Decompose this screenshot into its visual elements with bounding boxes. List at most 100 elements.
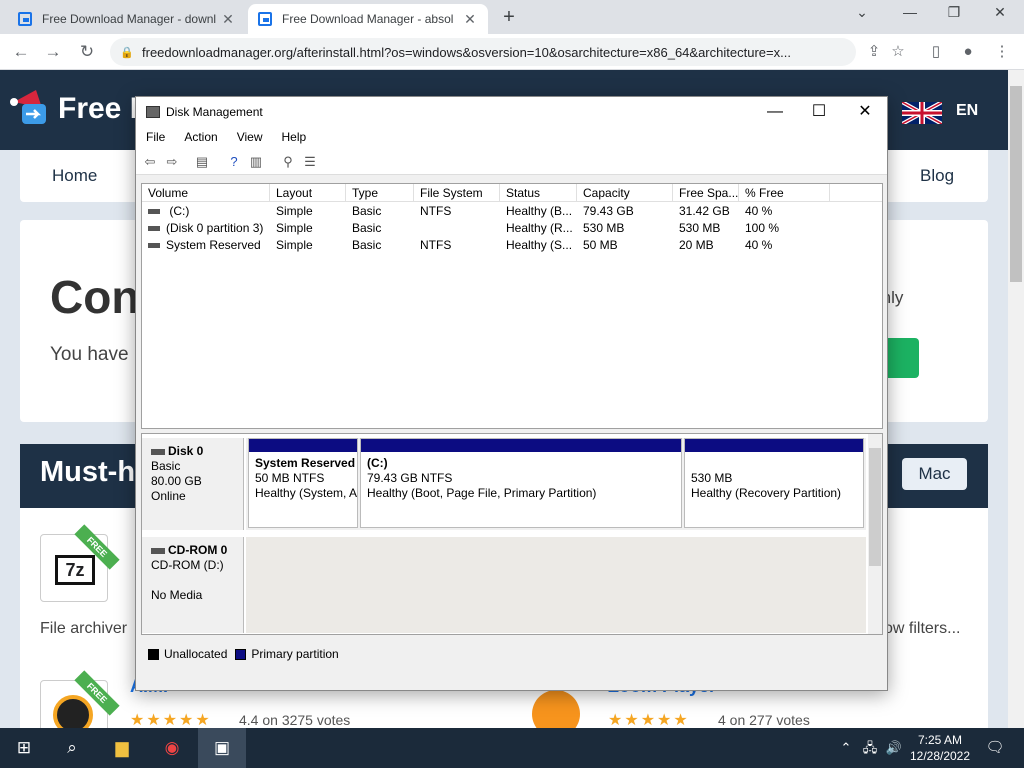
help-icon[interactable]: ? <box>226 154 242 169</box>
legend-primary: Primary partition <box>251 647 339 661</box>
reload-icon[interactable]: ↻ <box>76 41 98 63</box>
menu-file[interactable]: File <box>146 127 173 149</box>
column-percent-free[interactable]: % Free <box>739 184 830 202</box>
column-layout[interactable]: Layout <box>270 184 346 202</box>
volume-capacity: 79.43 GB <box>583 204 634 218</box>
notifications-icon[interactable]: 🗨 <box>980 728 1010 768</box>
profile-avatar-icon[interactable]: ● <box>958 42 978 62</box>
address-bar[interactable]: 🔒 freedownloadmanager.org/afterinstall.h… <box>110 38 856 66</box>
chrome-icon[interactable]: ◉ <box>148 728 196 768</box>
volume-row[interactable]: (C:) Simple Basic NTFS Healthy (B... 79.… <box>142 203 882 220</box>
new-tab-button[interactable]: + <box>498 6 520 28</box>
dm-menubar: File Action View Help <box>136 127 887 149</box>
back-icon[interactable]: ← <box>10 41 32 63</box>
dm-toolbar: ⇦ ⇨ ▤ ? ▥ ⚲ ☰ <box>136 149 887 175</box>
column-type[interactable]: Type <box>346 184 414 202</box>
disk0-size: 80.00 GB <box>151 474 202 488</box>
dm-legend: Unallocated Primary partition <box>141 643 883 665</box>
volume-row[interactable]: (Disk 0 partition 3) Simple Basic Health… <box>142 220 882 237</box>
zoom-player-icon[interactable] <box>520 686 588 728</box>
language-selector[interactable]: EN <box>956 102 978 120</box>
menu-action[interactable]: Action <box>184 127 225 149</box>
disk0-state: Online <box>151 489 186 503</box>
close-tab-icon[interactable]: ✕ <box>462 11 478 28</box>
page-scrollbar-thumb[interactable] <box>1010 86 1022 282</box>
volume-name: (C:) <box>166 204 190 218</box>
legend-unallocated: Unallocated <box>164 647 228 661</box>
mac-filter-button[interactable]: Mac <box>902 458 967 490</box>
partition-system-reserved[interactable]: System Reserved 50 MB NTFS Healthy (System… <box>248 438 358 528</box>
volume-status: Healthy (B... <box>506 204 573 218</box>
partition-recovery[interactable]: 530 MB Healthy (Recovery Partition) <box>684 438 864 528</box>
tab-strip: Free Download Manager - downl ✕ Free Dow… <box>0 0 1024 34</box>
share-icon[interactable]: ⇪ <box>864 42 884 62</box>
search-icon[interactable]: ⌕ <box>48 728 96 768</box>
cdrom-label[interactable]: CD-ROM 0 CD-ROM (D:) No Media <box>142 537 244 633</box>
partition-size: 530 MB <box>691 471 733 485</box>
nav-blog-link[interactable]: Blog <box>920 166 954 186</box>
volume-type: Basic <box>352 204 382 218</box>
network-icon[interactable]: 🖧 <box>858 728 882 768</box>
volume-list-header: Volume Layout Type File System Status Ca… <box>142 184 882 202</box>
show-hidden-icons-icon[interactable]: ⌃ <box>834 728 858 768</box>
forward-icon[interactable]: → <box>42 41 64 63</box>
volume-row[interactable]: System Reserved Simple Basic NTFS Health… <box>142 237 882 254</box>
partition-c[interactable]: (C:) 79.43 GB NTFS Healthy (Boot, Page Fil… <box>360 438 682 528</box>
forward-arrow-icon[interactable]: ⇨ <box>164 154 180 169</box>
column-volume[interactable]: Volume <box>142 184 270 202</box>
tab-search-icon[interactable]: ⌄ <box>840 4 884 26</box>
disk-management-icon <box>146 106 160 118</box>
tab-title: Free Download Manager - absol <box>282 12 454 26</box>
tab-fdm-download[interactable]: Free Download Manager - downl ✕ <box>8 4 246 34</box>
cdrom-media: No Media <box>151 588 203 602</box>
graph-scrollbar-thumb[interactable] <box>869 448 881 566</box>
congrats-subtitle: You have <box>50 344 129 365</box>
cdrom-name: CD-ROM 0 <box>168 543 228 557</box>
dm-titlebar[interactable]: Disk Management — ☐ ✕ <box>136 97 887 127</box>
console-tree-icon[interactable]: ▤ <box>194 154 210 169</box>
unallocated-swatch-icon <box>148 648 159 660</box>
disk-icon <box>151 448 165 455</box>
volume-type: Basic <box>352 238 382 252</box>
volume-fs: NTFS <box>420 238 452 252</box>
disk0-label[interactable]: Disk 0 Basic 80.00 GB Online <box>142 438 244 530</box>
properties-icon[interactable]: ☰ <box>302 154 318 169</box>
column-file-system[interactable]: File System <box>414 184 500 202</box>
fdm-favicon-icon <box>18 12 32 26</box>
menu-help[interactable]: Help <box>282 127 315 149</box>
nav-home-link[interactable]: Home <box>52 166 97 186</box>
uk-flag-icon[interactable] <box>901 100 943 126</box>
action-pane-icon[interactable]: ▥ <box>248 154 264 169</box>
partition-status: Healthy (Recovery Partition) <box>691 486 842 500</box>
file-explorer-icon[interactable]: ▆ <box>98 728 146 768</box>
dm-close-button[interactable]: ✕ <box>842 100 888 124</box>
windows-start-icon[interactable]: ⊞ <box>0 728 48 768</box>
7z-label: 7z <box>55 555 95 585</box>
column-capacity[interactable]: Capacity <box>577 184 673 202</box>
side-panel-icon[interactable]: ▯ <box>926 42 946 62</box>
taskbar: ⊞ ⌕ ▆ ◉ ▣ ⌃ 🖧 🔊 7:25 AM 12/28/2022 🗨 <box>0 728 1024 768</box>
dm-maximize-button[interactable]: ☐ <box>796 100 842 124</box>
dm-minimize-button[interactable]: — <box>752 100 798 124</box>
close-tab-icon[interactable]: ✕ <box>220 11 236 28</box>
volume-icon <box>148 209 160 215</box>
menu-kebab-icon[interactable]: ⋮ <box>992 42 1012 62</box>
menu-view[interactable]: View <box>237 127 271 149</box>
column-free-space[interactable]: Free Spa... <box>673 184 739 202</box>
bookmark-star-icon[interactable]: ☆ <box>888 42 908 62</box>
system-clock[interactable]: 7:25 AM 12/28/2022 <box>902 732 978 764</box>
connect-icon[interactable]: ⚲ <box>280 154 296 169</box>
back-arrow-icon[interactable]: ⇦ <box>142 154 158 169</box>
rating-stars-icon: ★★★★★ <box>130 712 212 728</box>
volume-fs <box>414 220 500 237</box>
close-window-button[interactable]: ✕ <box>978 4 1022 26</box>
column-status[interactable]: Status <box>500 184 577 202</box>
tab-title: Free Download Manager - downl <box>42 12 217 26</box>
rating-stars-icon: ★★★★★ <box>608 712 690 728</box>
clock-time: 7:25 AM <box>917 733 963 747</box>
restore-button[interactable]: ❐ <box>932 4 976 26</box>
minimize-button[interactable]: — <box>888 4 932 26</box>
disk-management-taskbar-icon[interactable]: ▣ <box>198 728 246 768</box>
volume-type: Basic <box>352 221 382 235</box>
tab-fdm-absolutely[interactable]: Free Download Manager - absol ✕ <box>248 4 488 34</box>
